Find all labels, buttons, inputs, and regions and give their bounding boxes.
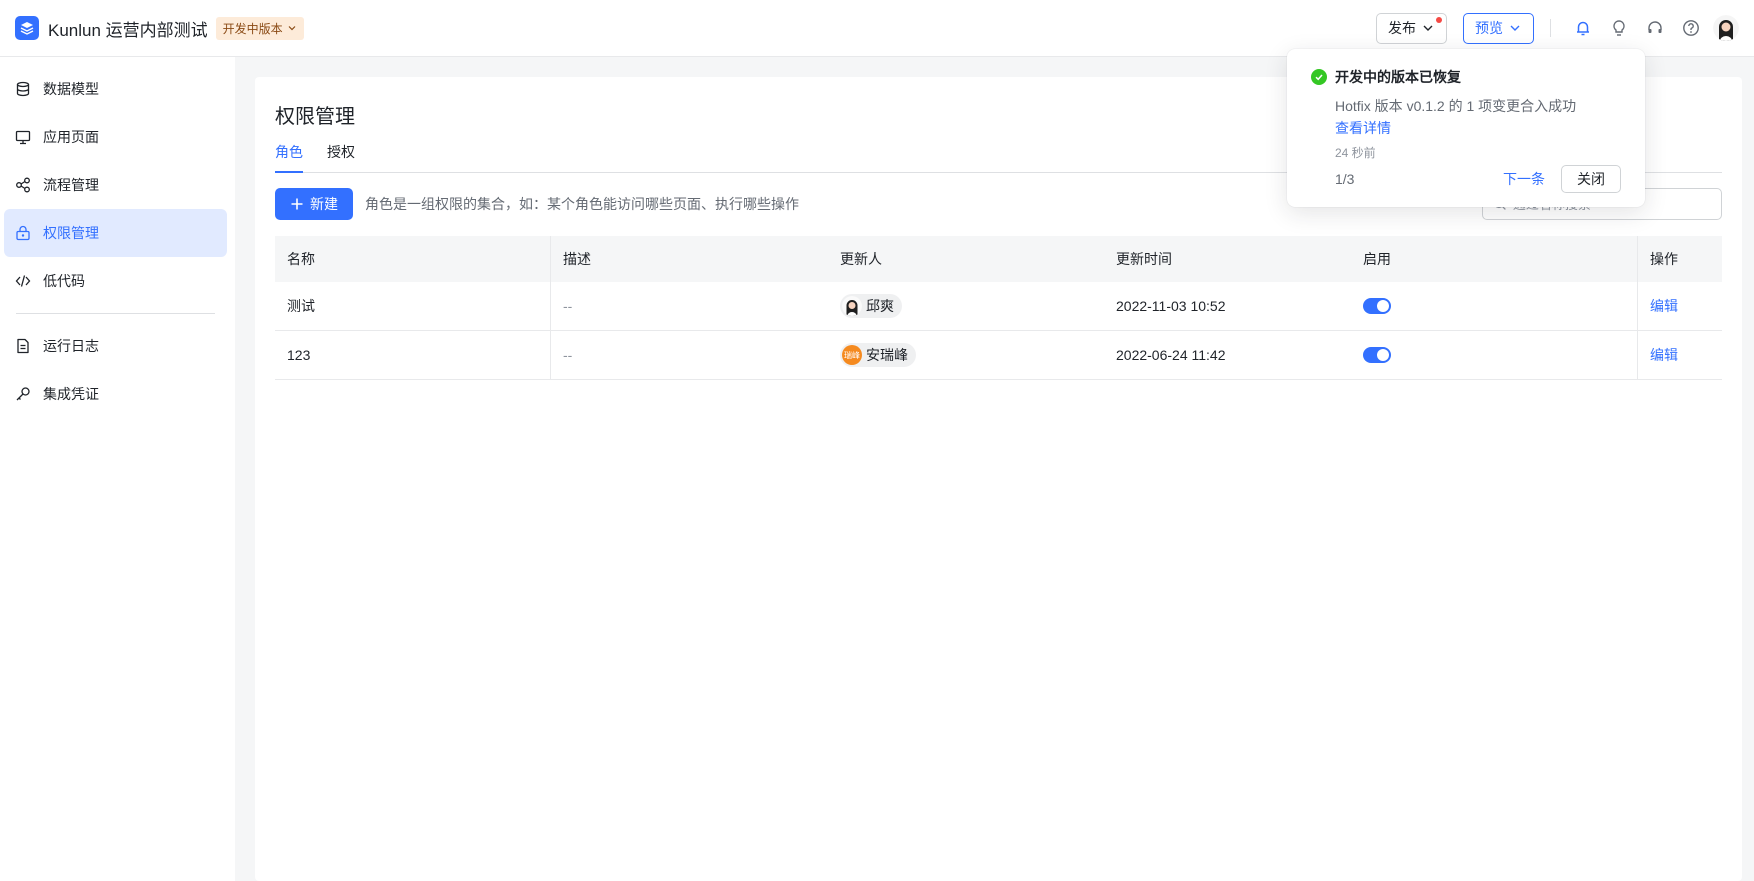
user-chip: 瑞峰 安瑞峰 [840, 343, 916, 367]
tab-roles[interactable]: 角色 [275, 139, 303, 173]
table-header-row: 名称 描述 更新人 更新时间 启用 操作 [275, 236, 1722, 282]
app-logo-icon [15, 16, 39, 40]
sidebar-item-app-pages[interactable]: 应用页面 [4, 113, 227, 161]
help-icon[interactable] [1673, 10, 1709, 46]
bulb-icon[interactable] [1601, 10, 1637, 46]
header-actions: 发布 预览 [1376, 10, 1739, 46]
sidebar-item-label: 低代码 [43, 273, 85, 289]
sidebar-item-lowcode[interactable]: 低代码 [4, 257, 227, 305]
role-name: 测试 [275, 282, 551, 330]
role-desc: -- [563, 298, 573, 314]
preview-button[interactable]: 预览 [1463, 12, 1534, 44]
col-header-name: 名称 [275, 236, 551, 282]
key-icon [16, 387, 30, 401]
enabled-cell [1351, 282, 1638, 330]
chevron-down-icon [288, 26, 296, 31]
col-header-enabled: 启用 [1351, 236, 1638, 282]
notification-title: 开发中的版本已恢复 [1335, 69, 1461, 85]
enable-toggle[interactable] [1363, 298, 1391, 314]
updater-name: 安瑞峰 [866, 347, 908, 363]
sidebar-item-logs[interactable]: 运行日志 [4, 322, 227, 370]
avatar: 瑞峰 [842, 345, 862, 365]
role-desc: -- [563, 347, 573, 363]
sidebar-item-permissions[interactable]: 权限管理 [4, 209, 227, 257]
enable-toggle[interactable] [1363, 347, 1391, 363]
header-divider [1550, 19, 1551, 37]
new-role-button-label: 新建 [310, 196, 338, 212]
actions-cell: 编辑 [1638, 282, 1722, 330]
publish-button[interactable]: 发布 [1376, 12, 1447, 44]
update-time: 2022-06-24 11:42 [1116, 347, 1226, 363]
sidebar-item-data-model[interactable]: 数据模型 [4, 65, 227, 113]
enabled-cell [1351, 331, 1638, 379]
version-badge-label: 开发中版本 [222, 21, 283, 36]
log-file-icon [17, 338, 29, 354]
edit-link[interactable]: 编辑 [1650, 345, 1678, 365]
database-icon [16, 81, 30, 97]
updater-name: 邱爽 [866, 298, 894, 314]
lock-icon [16, 225, 30, 241]
sidebar-item-label: 数据模型 [43, 81, 99, 97]
app-title: Kunlun 运营内部测试 [48, 20, 208, 40]
sidebar-item-label: 运行日志 [43, 338, 99, 354]
code-icon [15, 275, 31, 287]
flow-icon [16, 177, 30, 193]
updater-cell: 邱爽 [828, 282, 1104, 330]
headset-icon[interactable] [1637, 10, 1673, 46]
sidebar-item-label: 应用页面 [43, 129, 99, 145]
new-role-button[interactable]: 新建 [275, 188, 353, 220]
close-notification-button[interactable]: 关闭 [1561, 165, 1621, 193]
sidebar: 数据模型 应用页面 流程管理 权限管理 低代码 运行日志 集成凭证 [0, 57, 235, 881]
roles-table: 名称 描述 更新人 更新时间 启用 操作 测试 -- 邱爽 2022-11-03… [275, 236, 1722, 380]
edit-link[interactable]: 编辑 [1650, 296, 1678, 316]
avatar [842, 296, 862, 316]
monitor-icon [15, 130, 31, 145]
notification-popover: 开发中的版本已恢复 Hotfix 版本 v0.1.2 的 1 项变更合入成功 查… [1287, 49, 1645, 207]
col-header-actions: 操作 [1650, 251, 1678, 267]
notification-counter: 1/3 [1335, 171, 1355, 187]
col-header-desc: 描述 [563, 251, 591, 267]
user-chip: 邱爽 [840, 294, 902, 318]
next-notification-button[interactable]: 下一条 [1503, 169, 1545, 189]
notification-message: Hotfix 版本 v0.1.2 的 1 项变更合入成功 [1335, 98, 1577, 114]
page-title: 权限管理 [275, 106, 355, 128]
tab-authorization[interactable]: 授权 [327, 139, 355, 173]
version-badge[interactable]: 开发中版本 [215, 16, 304, 40]
notification-body: Hotfix 版本 v0.1.2 的 1 项变更合入成功 查看详情 [1335, 95, 1621, 139]
table-row: 123 -- 瑞峰 安瑞峰 2022-06-24 11:42 编辑 [275, 331, 1722, 380]
sidebar-item-label: 权限管理 [43, 225, 99, 241]
bell-icon[interactable] [1565, 10, 1601, 46]
unread-dot [1436, 16, 1442, 23]
table-row: 测试 -- 邱爽 2022-11-03 10:52 编辑 [275, 282, 1722, 331]
preview-button-label: 预览 [1475, 20, 1503, 36]
user-avatar[interactable] [1713, 15, 1739, 41]
plus-icon [291, 198, 303, 210]
sidebar-item-flow[interactable]: 流程管理 [4, 161, 227, 209]
notification-time: 24 秒前 [1335, 146, 1376, 160]
col-header-time: 更新时间 [1116, 251, 1172, 267]
view-details-link[interactable]: 查看详情 [1335, 117, 1621, 139]
success-check-icon [1311, 69, 1327, 85]
sidebar-divider [16, 313, 215, 314]
role-hint: 角色是一组权限的集合，如：某个角色能访问哪些页面、执行哪些操作 [365, 196, 799, 212]
chevron-down-icon [1510, 25, 1520, 31]
publish-button-label: 发布 [1388, 20, 1416, 36]
actions-cell: 编辑 [1638, 331, 1722, 379]
role-name: 123 [275, 331, 551, 379]
sidebar-item-credentials[interactable]: 集成凭证 [4, 370, 227, 418]
updater-cell: 瑞峰 安瑞峰 [828, 331, 1104, 379]
sidebar-item-label: 集成凭证 [43, 386, 99, 402]
chevron-down-icon [1423, 25, 1433, 31]
col-header-updater: 更新人 [840, 251, 882, 267]
notification-footer: 1/3 下一条 关闭 [1335, 165, 1621, 193]
sidebar-item-label: 流程管理 [43, 177, 99, 193]
update-time: 2022-11-03 10:52 [1116, 298, 1226, 314]
notification-title-row: 开发中的版本已恢复 [1311, 67, 1621, 87]
